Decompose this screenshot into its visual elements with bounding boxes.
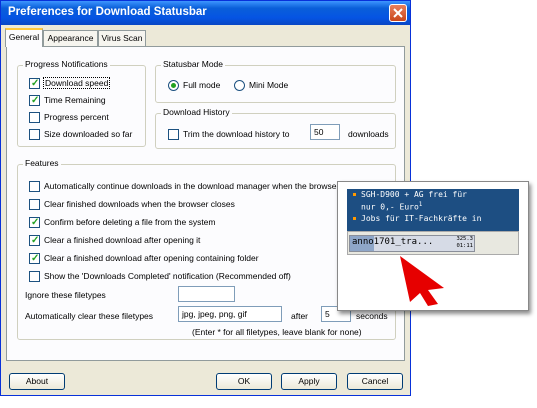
red-arrow-icon — [400, 256, 444, 306]
ad-footnote-mark: 1 — [418, 201, 423, 208]
apply-button[interactable]: Apply — [281, 373, 337, 390]
cancel-button[interactable]: Cancel — [347, 373, 403, 390]
ad-bullet-2 — [353, 217, 356, 220]
auto-continue-label: Automatically continue downloads in the … — [44, 181, 366, 191]
filetypes-hint: (Enter * for all filetypes, leave blank … — [192, 327, 362, 337]
window-title: Preferences for Download Statusbar — [8, 6, 207, 18]
clear-after-folder-label: Clear a finished download after opening … — [44, 253, 259, 263]
download-history-group: Download History Trim the download histo… — [155, 107, 396, 149]
tab-virus-scan[interactable]: Virus Scan — [98, 30, 146, 46]
download-size: 325.3 — [456, 236, 473, 242]
confirm-delete-label: Confirm before deleting a file from the … — [44, 217, 216, 227]
close-icon — [393, 8, 403, 18]
tab-general[interactable]: General — [5, 28, 43, 47]
time-remaining-label: Time Remaining — [44, 95, 106, 105]
progress-notifications-group: Progress Notifications ✓ Download speed … — [17, 59, 146, 147]
about-button[interactable]: About — [9, 373, 65, 390]
statusbar-mode-group: Statusbar Mode Full mode Mini Mode — [155, 59, 396, 103]
download-stats: 325.3 01:11 — [447, 236, 473, 250]
clear-after-open-label: Clear a finished download after opening … — [44, 235, 201, 245]
size-downloaded-label: Size downloaded so far — [44, 129, 133, 139]
ad-line-1: SGH-D900 + AG frei für — [361, 190, 467, 199]
completed-notification-label: Show the 'Downloads Completed' notificat… — [44, 271, 291, 281]
time-remaining-checkbox[interactable]: ✓ — [29, 95, 40, 106]
download-speed-checkbox[interactable]: ✓ — [29, 78, 40, 89]
download-speed-label: Download speed — [43, 77, 111, 89]
clear-on-close-checkbox[interactable] — [29, 199, 40, 210]
size-downloaded-checkbox[interactable] — [29, 129, 40, 140]
progress-notifications-legend: Progress Notifications — [23, 59, 110, 69]
ad-bullet — [353, 193, 356, 196]
ad-line-3: Jobs für IT-Fachkräfte in — [361, 214, 482, 223]
download-time: 01:11 — [456, 243, 473, 249]
trim-history-label: Trim the download history to — [183, 129, 290, 139]
ok-button[interactable]: OK — [216, 373, 272, 390]
auto-clear-filetypes-label: Automatically clear these filetypes — [25, 311, 154, 321]
ad-line-2: nur 0,- Euro1 — [361, 201, 422, 212]
tab-virus-scan-label: Virus Scan — [101, 33, 143, 43]
auto-clear-filetypes-input[interactable]: jpg, jpeg, png, gif — [178, 306, 282, 322]
full-mode-radio[interactable] — [168, 80, 179, 91]
seconds-label: seconds — [356, 311, 388, 321]
statusbar-mode-legend: Statusbar Mode — [161, 59, 226, 69]
download-filename: anno1701_tra... — [352, 237, 434, 247]
download-history-legend: Download History — [161, 107, 232, 117]
cancel-button-label: Cancel — [361, 376, 389, 386]
trim-history-checkbox[interactable] — [168, 129, 179, 140]
trim-history-suffix: downloads — [348, 129, 389, 139]
after-label: after — [291, 311, 309, 321]
progress-percent-checkbox[interactable] — [29, 112, 40, 123]
ad-line-2-text: nur 0,- Euro — [361, 202, 419, 212]
confirm-delete-checkbox[interactable]: ✓ — [29, 217, 40, 228]
mini-mode-label: Mini Mode — [249, 80, 289, 90]
features-legend: Features — [23, 158, 61, 168]
title-bar[interactable]: Preferences for Download Statusbar — [1, 1, 410, 25]
statusbar-preview: SGH-D900 + AG frei für nur 0,- Euro1 Job… — [337, 181, 529, 311]
ok-button-label: OK — [237, 376, 251, 386]
tab-general-label: General — [8, 32, 40, 42]
progress-percent-label: Progress percent — [44, 112, 109, 122]
completed-notification-checkbox[interactable] — [29, 271, 40, 282]
trim-history-count-input[interactable]: 50 — [310, 124, 340, 140]
download-item[interactable]: anno1701_tra... 325.3 01:11 — [349, 235, 475, 252]
clear-after-open-checkbox[interactable]: ✓ — [29, 235, 40, 246]
ad-panel: SGH-D900 + AG frei für nur 0,- Euro1 Job… — [347, 189, 519, 234]
tab-appearance-label: Appearance — [47, 33, 94, 43]
mini-mode-radio[interactable] — [234, 80, 245, 91]
full-mode-label: Full mode — [183, 80, 221, 90]
auto-continue-checkbox[interactable] — [29, 181, 40, 192]
tab-appearance[interactable]: Appearance — [43, 30, 98, 46]
clear-on-close-label: Clear finished downloads when the browse… — [44, 199, 235, 209]
ignore-filetypes-input[interactable] — [178, 286, 235, 302]
clear-after-folder-checkbox[interactable]: ✓ — [29, 253, 40, 264]
ignore-filetypes-label: Ignore these filetypes — [25, 290, 106, 300]
apply-button-label: Apply — [298, 376, 320, 386]
close-button[interactable] — [389, 4, 407, 22]
about-button-label: About — [25, 376, 49, 386]
